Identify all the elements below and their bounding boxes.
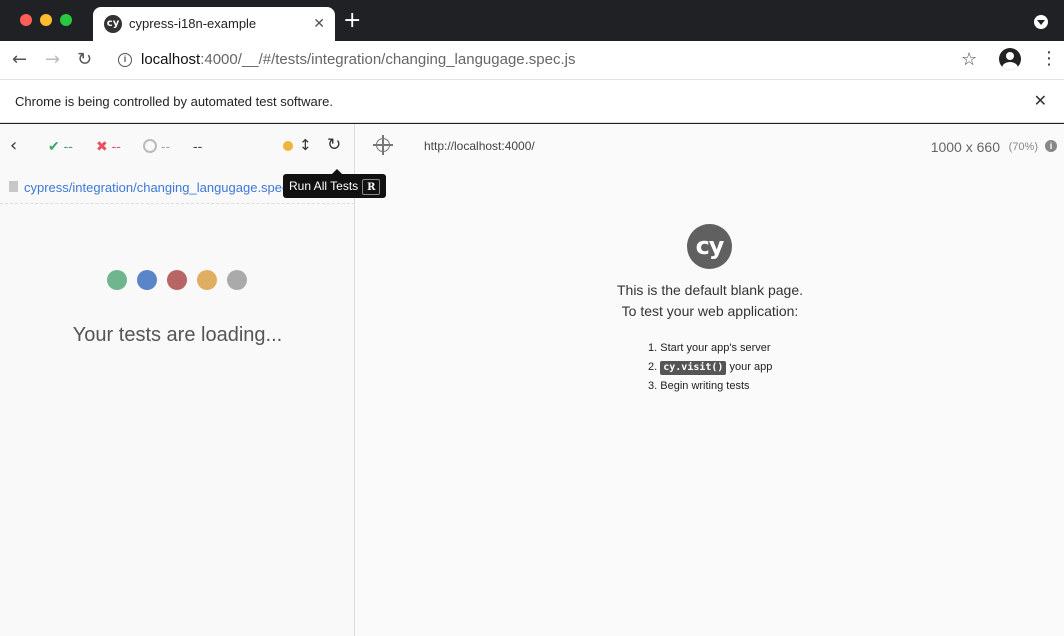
list-item: 1. Start your app's server	[648, 342, 771, 354]
cypress-runner: ‹ ✔ -- ✖ -- -- -- ↕ ↻ Run All Tests R cyp…	[0, 124, 1064, 636]
default-blank-page: cy This is the default blank page. To te…	[356, 168, 1064, 636]
auto-scroll-icon[interactable]: ↕	[299, 136, 312, 154]
cypress-logo: cy	[687, 224, 732, 269]
browser-tab[interactable]: cy cypress-i18n-example ✕	[93, 7, 335, 41]
viewport-scale: (70%)	[1008, 141, 1038, 153]
browser-title-bar: cy cypress-i18n-example ✕ +	[0, 0, 1064, 41]
run-all-tests-tooltip: Run All Tests R	[283, 169, 387, 198]
tab-search-icon[interactable]	[1034, 15, 1048, 29]
url-host: localhost	[141, 51, 201, 68]
tab-title: cypress-i18n-example	[129, 16, 257, 31]
address-bar[interactable]: localhost:4000/__/#/tests/integration/ch…	[141, 51, 575, 68]
viewport-size: 1000 x 660	[930, 139, 1000, 155]
rerun-icon[interactable]: ↻	[327, 135, 341, 155]
check-icon: ✔	[48, 138, 60, 154]
aut-url: http://localhost:4000/	[424, 139, 535, 153]
maximize-window-button[interactable]	[60, 14, 72, 26]
tooltip-label: Run All Tests	[289, 179, 359, 193]
reporter-panel: ‹ ✔ -- ✖ -- -- -- ↕ ↻ Run All Tests R cyp…	[0, 124, 387, 636]
cy-visit-code: cy.visit()	[660, 361, 727, 375]
pending-stat: --	[143, 138, 170, 154]
site-info-icon[interactable]: i	[118, 53, 132, 67]
loader-dot	[227, 270, 247, 290]
running-status-dot	[283, 141, 293, 151]
list-item: 2. cy.visit() your app	[648, 361, 773, 375]
loader-dot	[107, 270, 127, 290]
pending-circle-icon	[143, 139, 157, 153]
file-icon	[9, 181, 18, 192]
close-window-button[interactable]	[20, 14, 32, 26]
getting-started-steps: 1. Start your app's server 2. cy.visit()…	[648, 339, 772, 396]
infobar-message: Chrome is being controlled by automated …	[15, 94, 333, 109]
failed-count: --	[111, 138, 121, 154]
reporter-header: ‹ ✔ -- ✖ -- -- -- ↕ ↻	[0, 124, 355, 168]
loader-dot	[197, 270, 217, 290]
automation-infobar: Chrome is being controlled by automated …	[0, 79, 1064, 123]
aut-header: http://localhost:4000/ 1000 x 660 (70%) …	[356, 124, 1064, 168]
shortcut-key: R	[362, 179, 381, 195]
infobar-close-icon[interactable]: ✕	[1034, 91, 1047, 110]
blank-page-subheading: To test your web application:	[621, 303, 799, 319]
list-item: 3. Begin writing tests	[648, 380, 750, 392]
loader-dot	[137, 270, 157, 290]
back-chevron-icon[interactable]: ‹	[10, 135, 17, 156]
loading-message: Your tests are loading...	[72, 324, 283, 346]
passed-stat: ✔ --	[48, 138, 73, 155]
selector-playground-crosshair-icon[interactable]	[373, 135, 393, 155]
loader-dot	[167, 270, 187, 290]
cypress-favicon-icon: cy	[104, 15, 122, 33]
back-arrow-icon[interactable]: ←	[12, 50, 27, 70]
failed-stat: ✖ --	[96, 138, 121, 155]
forward-arrow-icon[interactable]: →	[45, 50, 60, 70]
bookmark-star-icon[interactable]: ☆	[961, 49, 977, 70]
reload-icon[interactable]: ↻	[77, 50, 92, 70]
pending-count: --	[160, 138, 171, 154]
passed-count: --	[63, 138, 73, 154]
minimize-window-button[interactable]	[40, 14, 52, 26]
new-tab-icon[interactable]: +	[343, 10, 361, 32]
profile-avatar-icon[interactable]	[999, 48, 1021, 70]
browser-toolbar: ← → ↻ i localhost:4000/__/#/tests/integr…	[0, 41, 1064, 79]
viewport-info-icon[interactable]: i	[1045, 140, 1057, 152]
cross-icon: ✖	[96, 138, 108, 154]
blank-page-heading: This is the default blank page.	[616, 282, 803, 298]
duration-stat: --	[193, 138, 203, 154]
spec-path-link[interactable]: cypress/integration/changing_langugage.s…	[24, 180, 302, 195]
close-tab-icon[interactable]: ✕	[313, 14, 325, 32]
more-menu-icon[interactable]: ⋮	[1040, 49, 1058, 69]
url-path: :4000/__/#/tests/integration/changing_la…	[200, 51, 576, 68]
